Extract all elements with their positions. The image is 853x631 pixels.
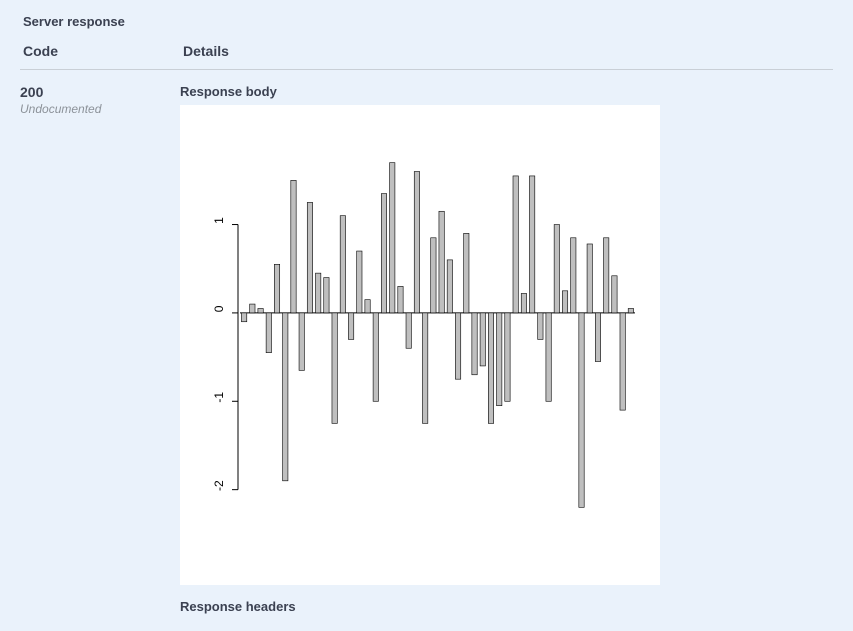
- svg-text:1: 1: [212, 217, 226, 224]
- server-response-section: Server response Code Details 200 Undocum…: [0, 0, 853, 620]
- response-body-label: Response body: [180, 84, 833, 99]
- svg-text:-2: -2: [212, 480, 226, 491]
- response-headers-label: Response headers: [180, 599, 833, 614]
- svg-text:0: 0: [212, 305, 226, 312]
- status-code-note: Undocumented: [20, 102, 180, 116]
- code-column-header: Code: [23, 43, 58, 59]
- bar-chart: -2 -1 0 1: [180, 105, 660, 585]
- svg-text:-1: -1: [212, 392, 226, 403]
- response-body-chart: -2 -1 0 1: [180, 105, 660, 585]
- section-title: Server response: [20, 0, 833, 37]
- response-row: 200 Undocumented Response body -2 -1 0 1 Re…: [20, 70, 833, 620]
- table-header-row: Code Details: [20, 37, 833, 70]
- status-code: 200: [20, 84, 180, 100]
- details-column-header: Details: [183, 43, 229, 59]
